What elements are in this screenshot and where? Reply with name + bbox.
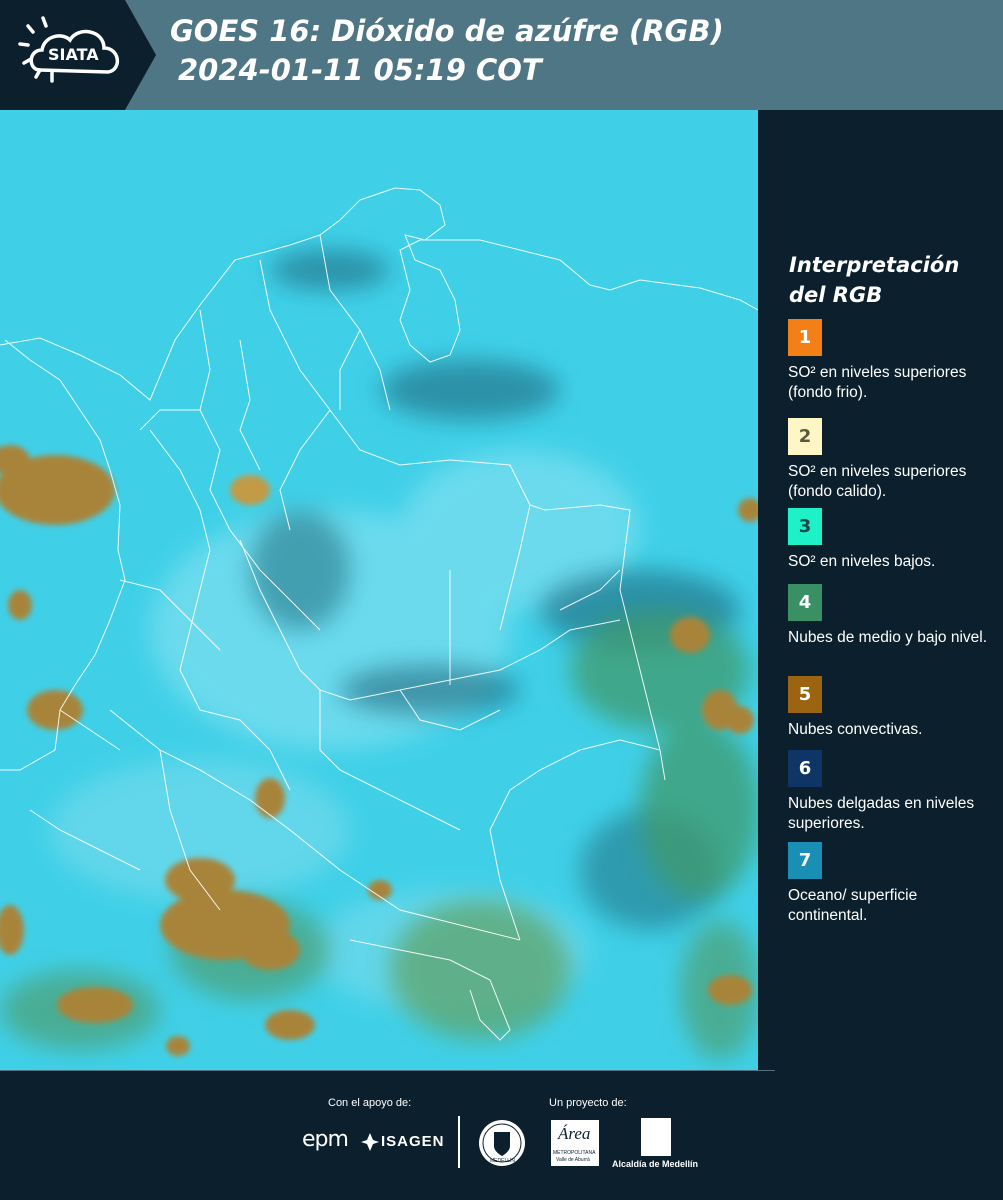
timestamp: 2024-01-11 05:19 COT: [178, 53, 542, 87]
area-logo-sub2: Valle de Aburrá: [556, 1157, 590, 1163]
legend-item-2: 2 SO² en niveles superiores (fondo calid…: [788, 418, 993, 502]
project-label: Un proyecto de:: [549, 1097, 627, 1109]
legend-label-6: Nubes delgadas en niveles superiores.: [788, 795, 975, 832]
legend-label-7: Oceano/ superficie continental.: [788, 887, 918, 924]
legend-swatch-2: 2: [788, 418, 822, 455]
legend-swatch-7: 7: [788, 842, 822, 879]
legend-swatch-3: 3: [788, 508, 822, 545]
satellite-imagery: [0, 110, 758, 1070]
alcaldia-logo-text: Alcaldía de Medellín: [612, 1159, 699, 1169]
legend-label-1: SO² en niveles superiores (fondo frio).: [788, 364, 967, 401]
legend-item-3: 3 SO² en niveles bajos.: [788, 508, 993, 572]
legend-item-1: 1 SO² en niveles superiores (fondo frio)…: [788, 319, 993, 403]
siata-logo-text: SIATA: [48, 45, 99, 64]
legend-swatch-4: 4: [788, 584, 822, 621]
legend-title: Interpretación del RGB: [789, 253, 960, 307]
page-title: GOES 16: Dióxido de azúfre (RGB): [170, 14, 724, 48]
isagen-logo-icon: [361, 1133, 379, 1151]
epm-logo: epm: [302, 1127, 349, 1152]
legend-label-5: Nubes convectivas.: [788, 721, 923, 738]
legend-label-3: SO² en niveles bajos.: [788, 553, 936, 570]
footer-separator: [458, 1116, 460, 1168]
legend-panel: Interpretación del RGB 1 SO² en niveles …: [758, 110, 1003, 1070]
area-logo-sub1: METROPOLITANA: [553, 1150, 596, 1156]
legend-item-7: 7 Oceano/ superficie continental.: [788, 842, 993, 926]
siata-logo: SIATA: [0, 0, 160, 110]
footer: Con el apoyo de: Un proyecto de: epm ISA…: [0, 1070, 1003, 1200]
legend-item-4: 4 Nubes de medio y bajo nivel.: [788, 584, 993, 648]
legend-item-5: 5 Nubes convectivas.: [788, 676, 993, 740]
header: SIATA GOES 16: Dióxido de azúfre (RGB) 2…: [0, 0, 1003, 110]
legend-item-6: 6 Nubes delgadas en niveles superiores.: [788, 750, 993, 834]
isagen-logo: ISAGEN: [381, 1133, 445, 1150]
footer-divider: [0, 1070, 775, 1071]
legend-label-4: Nubes de medio y bajo nivel.: [788, 629, 988, 646]
legend-label-2: SO² en niveles superiores (fondo calido)…: [788, 463, 967, 500]
legend-swatch-1: 1: [788, 319, 822, 356]
area-logo-text: Área: [558, 1124, 591, 1143]
support-label: Con el apoyo de:: [328, 1097, 412, 1109]
satellite-map: [0, 110, 758, 1070]
legend-swatch-6: 6: [788, 750, 822, 787]
alcaldia-shield-icon: [641, 1118, 671, 1156]
medellin-seal-text: MEDELLÍN: [490, 1158, 516, 1164]
legend-swatch-5: 5: [788, 676, 822, 713]
